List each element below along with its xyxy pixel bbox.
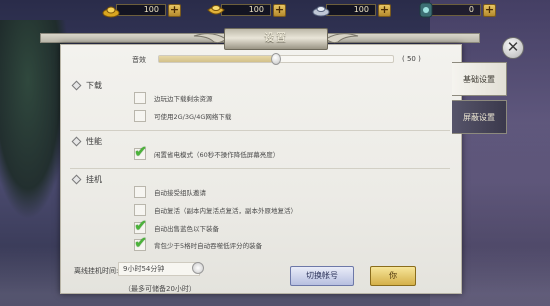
checkbox[interactable]	[134, 92, 146, 104]
option-label: 边玩边下载剩余资源	[154, 95, 213, 103]
currency-gem: 0 +	[417, 2, 496, 18]
afk-time-note: （最多可储备20小时）	[124, 285, 196, 293]
section-performance-title: 性能	[86, 137, 102, 146]
option-mobile-network-download[interactable]: 可使用2G/3G/4G网络下载	[134, 110, 231, 122]
afk-time-value: 9小时54分钟	[118, 262, 200, 276]
diamond-icon	[71, 174, 82, 185]
currency-bar: 100 + 100 + 100 + 0 +	[102, 2, 496, 18]
gold-action-button[interactable]: 你	[370, 266, 416, 286]
currency-silver-value: 100	[326, 4, 376, 16]
option-label: 自动接受组队邀请	[154, 189, 206, 197]
silver-ingot-icon	[312, 6, 330, 17]
section-performance: 性能	[71, 136, 102, 147]
currency-gem-value: 0	[431, 4, 481, 16]
clock-icon[interactable]	[192, 262, 204, 274]
section-divider	[70, 130, 450, 131]
diamond-icon	[71, 136, 82, 147]
add-silver-button[interactable]: +	[378, 3, 391, 17]
add-bound-button[interactable]: +	[273, 3, 286, 17]
option-auto-accept-team[interactable]: 自动接受组队邀请	[134, 186, 206, 198]
option-auto-devour-equipment[interactable]: 背包少于5格时自动吞噬低评分的装备	[134, 233, 263, 252]
option-background-download[interactable]: 边玩边下载剩余资源	[134, 92, 213, 104]
option-label: 背包少于5格时自动吞噬低评分的装备	[154, 242, 263, 250]
section-afk-title: 挂机	[86, 175, 102, 184]
diamond-icon	[71, 80, 82, 91]
close-icon: ✕	[506, 38, 520, 56]
option-label: 自动出售蓝色以下装备	[154, 225, 219, 233]
close-button[interactable]: ✕	[502, 37, 524, 59]
option-power-saving[interactable]: 闲置省电模式（60秒不操作降低屏幕亮度）	[134, 142, 280, 161]
option-label: 闲置省电模式（60秒不操作降低屏幕亮度）	[154, 151, 280, 159]
dialog-title: 设置	[224, 28, 328, 50]
volume-label: 音效	[132, 56, 146, 64]
checkbox[interactable]	[134, 142, 147, 161]
checkbox[interactable]	[134, 110, 146, 122]
add-gold-button[interactable]: +	[168, 3, 181, 17]
option-label: 可使用2G/3G/4G网络下载	[154, 113, 232, 121]
volume-slider-handle[interactable]	[271, 53, 281, 65]
currency-gold: 100 +	[102, 2, 181, 18]
title-ornament-left-icon	[193, 33, 226, 44]
checkbox[interactable]	[134, 204, 146, 216]
section-divider	[70, 168, 450, 169]
section-afk: 挂机	[71, 174, 102, 185]
gem-icon	[419, 2, 433, 18]
settings-tabs: 基础设置 屏蔽设置	[452, 62, 507, 138]
section-download: 下载	[71, 80, 102, 91]
currency-silver: 100 +	[312, 2, 391, 18]
currency-bound: 100 +	[207, 2, 286, 18]
volume-slider[interactable]	[158, 53, 394, 65]
volume-slider-fill	[159, 56, 276, 62]
afk-time-label: 离线挂机时间:	[74, 267, 119, 275]
gold-ingot-icon	[102, 6, 120, 18]
option-label: 自动复活（副本内复活点复活，副本外原地复活）	[154, 207, 297, 215]
title-ornament-right-icon	[326, 33, 359, 44]
tab-basic-settings[interactable]: 基础设置	[452, 62, 507, 96]
currency-gold-value: 100	[116, 4, 166, 16]
volume-value: ( 50 )	[402, 55, 421, 63]
add-gem-button[interactable]: +	[483, 3, 496, 17]
switch-account-button[interactable]: 切换帐号	[290, 266, 354, 286]
bound-ingot-icon	[207, 5, 225, 15]
currency-bound-value: 100	[221, 4, 271, 16]
settings-dialog	[60, 44, 462, 294]
tab-block-settings[interactable]: 屏蔽设置	[452, 100, 507, 134]
checkbox[interactable]	[134, 186, 146, 198]
option-auto-revive[interactable]: 自动复活（副本内复活点复活，副本外原地复活）	[134, 204, 297, 216]
section-download-title: 下载	[86, 81, 102, 90]
checkbox[interactable]	[134, 233, 147, 252]
